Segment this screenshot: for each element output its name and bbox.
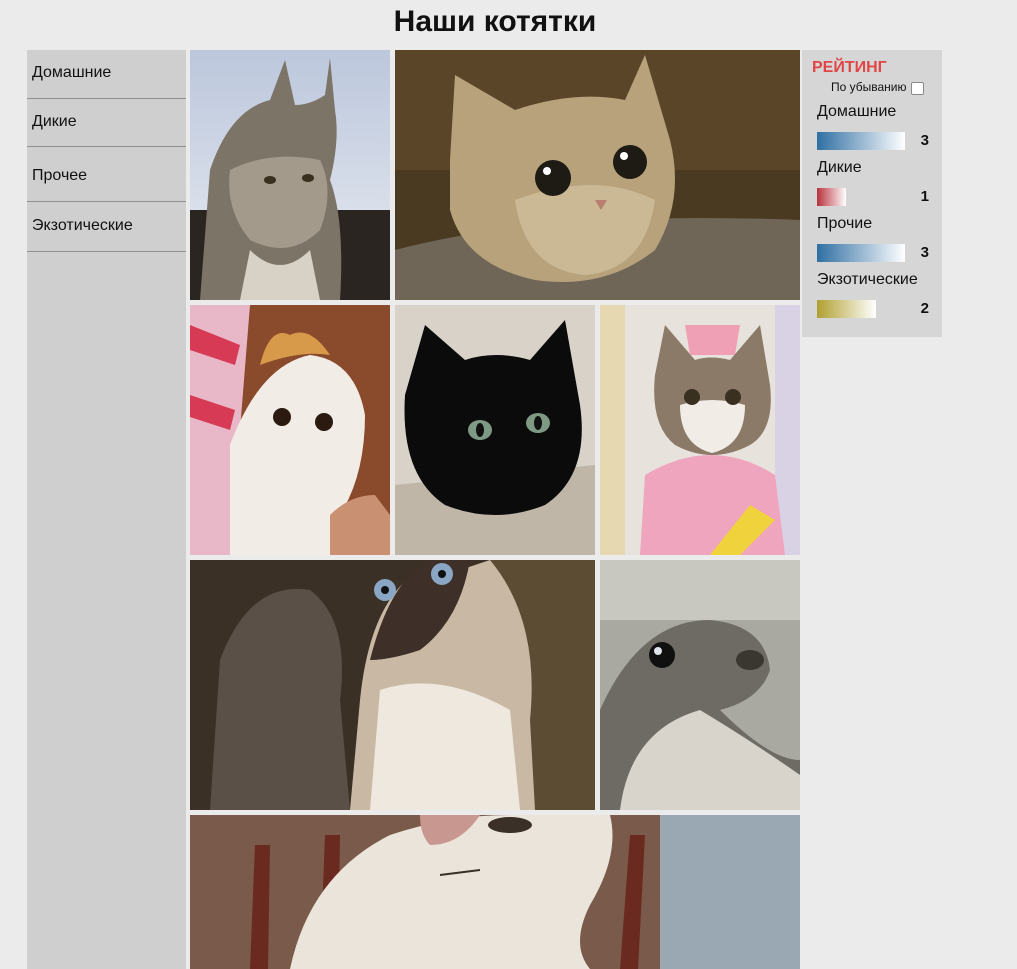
cream-cat-image <box>190 815 800 969</box>
page-title: Наши котятки <box>393 5 597 38</box>
rating-count: 3 <box>920 244 929 261</box>
rating-item-exotic: Экзотические 2 <box>817 271 929 318</box>
rating-label: Экзотические <box>817 271 918 288</box>
rating-bar <box>817 244 905 262</box>
sort-descending-checkbox[interactable] <box>910 82 924 95</box>
sidebar-item-wild[interactable]: Дикие <box>27 99 186 147</box>
sidebar-item-exotic[interactable]: Экзотические <box>27 202 186 252</box>
rating-bar <box>817 300 876 318</box>
lynx-image <box>190 50 390 300</box>
photo-lynx[interactable] <box>190 50 390 300</box>
photo-cream-cat[interactable] <box>190 815 800 969</box>
costume-cat-image <box>600 305 800 555</box>
seal-image <box>600 560 800 810</box>
photo-seal[interactable] <box>600 560 800 810</box>
rating-bar <box>817 188 846 206</box>
sidebar-item-domestic[interactable]: Домашние <box>27 50 186 99</box>
page: Наши котятки Домашние Дикие Прочее Экзот… <box>0 0 1017 969</box>
rating-label: Дикие <box>817 159 862 176</box>
sort-descending-label: По убыванию <box>831 80 907 94</box>
exotic-kitten-image <box>190 305 390 555</box>
sort-descending-control[interactable]: По убыванию <box>831 79 924 95</box>
sidebar-item-other[interactable]: Прочее <box>27 147 186 202</box>
photo-black-kitten[interactable] <box>395 305 595 555</box>
rating-count: 3 <box>920 132 929 149</box>
photo-costume-cat[interactable] <box>600 305 800 555</box>
rating-panel: РЕЙТИНГ По убыванию Домашние 3 Дикие 1 П… <box>802 50 942 337</box>
rating-count: 1 <box>920 188 929 205</box>
rating-label: Прочие <box>817 215 873 232</box>
photo-siamese-cat[interactable] <box>190 560 595 810</box>
photo-gallery <box>190 50 800 969</box>
rating-label: Домашние <box>817 103 897 120</box>
black-kitten-image <box>395 305 595 555</box>
rating-bar <box>817 132 905 150</box>
photo-exotic-kitten[interactable] <box>190 305 390 555</box>
rating-count: 2 <box>920 300 929 317</box>
rating-title: РЕЙТИНГ <box>812 59 887 76</box>
british-kitten-image <box>395 50 800 300</box>
sidebar: Домашние Дикие Прочее Экзотические <box>27 50 186 969</box>
rating-item-other: Прочие 3 <box>817 215 929 262</box>
siamese-cat-image <box>190 560 595 810</box>
rating-item-domestic: Домашние 3 <box>817 103 929 150</box>
rating-item-wild: Дикие 1 <box>817 159 929 206</box>
photo-british-kitten[interactable] <box>395 50 800 300</box>
